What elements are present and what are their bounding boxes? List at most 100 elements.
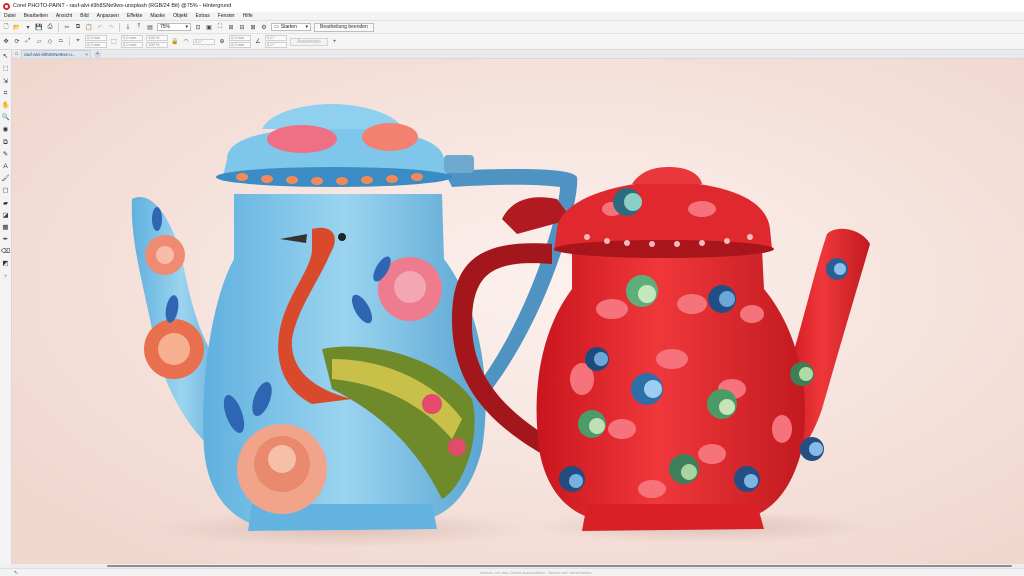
scale-icon[interactable]: ⤢ (24, 38, 32, 46)
position-y-field[interactable]: 0,0 mm (85, 42, 107, 48)
scale-fields: 100 % 100 % (146, 35, 168, 48)
skew-h-field[interactable]: 0,0 ° (265, 35, 287, 41)
menu-effekte[interactable]: Effekte (127, 13, 142, 19)
position-icon: ⌖ (76, 38, 80, 44)
new-tab-icon[interactable]: + (94, 50, 101, 58)
transparency-tool-icon[interactable]: ▦ (1, 224, 10, 233)
size-h-field[interactable]: 0,0 mm (121, 42, 143, 48)
save-icon[interactable]: 💾 (35, 23, 43, 31)
show-rulers-icon[interactable]: ⊞ (227, 23, 235, 31)
add-icon[interactable]: + (331, 38, 339, 46)
perspective-icon[interactable]: ⏢ (57, 38, 65, 46)
center-y-field[interactable]: 0,0 mm (229, 42, 251, 48)
pick-tool-icon[interactable]: ↖ (1, 53, 10, 62)
paste-icon[interactable]: 📋 (85, 23, 93, 31)
paint-brush-icon[interactable]: 🖌 (1, 175, 10, 184)
menu-bild[interactable]: Bild (80, 13, 88, 19)
red-eye-tool-icon[interactable]: ◉ (1, 126, 10, 135)
menu-extras[interactable]: Extras (196, 13, 210, 19)
snap-icon[interactable]: ⊠ (249, 23, 257, 31)
cut-icon[interactable]: ✂ (63, 23, 71, 31)
color-swatch-icon[interactable]: ◩ (1, 260, 10, 269)
zoom-level-combo[interactable]: 75% ▾ (157, 23, 191, 31)
menu-fenster[interactable]: Fenster (218, 13, 235, 19)
clone-tool-icon[interactable]: ⧉ (1, 138, 10, 147)
size-fields: 0,0 mm 0,0 mm (121, 35, 143, 48)
status-hint: Klicken, um das Objekt auszuwählen, Zieh… (480, 570, 592, 575)
new-document-icon[interactable]: 🗋 (2, 23, 10, 31)
window-title: Corel PHOTO-PAINT - rauf-alvi-ii9h8SNe9w… (13, 3, 232, 9)
title-bar: Corel PHOTO-PAINT - rauf-alvi-ii9h8SNe9w… (0, 0, 1024, 12)
actual-size-icon[interactable]: ▣ (205, 23, 213, 31)
size-w-field[interactable]: 0,0 mm (121, 35, 143, 41)
tab-document[interactable]: rauf-alvi-ii9h8SNe9ws-u... × (21, 50, 91, 58)
position-x-field[interactable]: 0,0 mm (85, 35, 107, 41)
move-icon[interactable]: ✥ (2, 38, 10, 46)
scale-w-field[interactable]: 100 % (146, 35, 168, 41)
full-screen-preview-icon[interactable]: ⛶ (216, 23, 224, 31)
rectangle-mask-icon[interactable]: ⬚ (1, 65, 10, 74)
skew-v-field[interactable]: 0,0 ° (265, 42, 287, 48)
show-grid-icon[interactable]: ⊟ (238, 23, 246, 31)
close-icon[interactable]: × (85, 52, 88, 57)
import-icon[interactable]: ⤓ (124, 23, 132, 31)
distort-icon[interactable]: ◇ (46, 38, 54, 46)
skew-icon[interactable]: ▱ (35, 38, 43, 46)
menu-bearbeiten[interactable]: Bearbeiten (24, 13, 48, 19)
teapot-photo (12, 59, 1024, 564)
standard-toolbar: 🗋 📂 ▾ 💾 ⎙ ✂ ⧉ 📋 ↶ ↷ ⤓ ⤒ ▤ 75% ▾ ⊡ ▣ ⛶ ⊞ … (0, 21, 1024, 34)
menu-datei[interactable]: Datei (4, 13, 16, 19)
document-tab-bar: ⌂ rauf-alvi-ii9h8SNe9ws-u... × + (12, 50, 1024, 59)
gear-icon[interactable]: ⚙ (260, 23, 268, 31)
center-fields: 0,0 mm 0,0 mm (229, 35, 251, 48)
open-folder-icon[interactable]: 📂 (13, 23, 21, 31)
image-canvas[interactable] (12, 59, 1024, 564)
menu-objekt[interactable]: Objekt (173, 13, 187, 19)
corel-photopaint-icon (3, 2, 10, 10)
scale-h-field[interactable]: 100 % (146, 42, 168, 48)
fit-to-window-icon[interactable]: ⊡ (194, 23, 202, 31)
lock-ratio-icon[interactable]: 🔒 (171, 38, 179, 46)
mask-transform-icon[interactable]: ⇲ (1, 77, 10, 86)
touch-up-brush-icon[interactable]: ✎ (1, 151, 10, 160)
chevron-down-icon: ▾ (305, 24, 308, 30)
tab-document-label: rauf-alvi-ii9h8SNe9ws-u... (24, 52, 76, 57)
menu-anpassen[interactable]: Anpassen (97, 13, 119, 19)
menu-maske[interactable]: Maske (150, 13, 165, 19)
rotation-icon: ◠ (183, 39, 189, 45)
publish-pdf-icon[interactable]: ▤ (146, 23, 154, 31)
center-icon: ⊕ (219, 39, 225, 45)
rotate-icon[interactable]: ⟳ (13, 38, 21, 46)
toolbar-separator (58, 22, 59, 32)
text-tool-icon[interactable]: A (1, 163, 10, 172)
skew-fields: 0,0 ° 0,0 ° (265, 35, 287, 48)
end-editing-button[interactable]: Bearbeitung beenden (314, 22, 374, 32)
rotation-angle-field[interactable]: 0,0 ° (193, 38, 215, 45)
fill-tool-icon[interactable]: ▰ (1, 199, 10, 208)
rectangle-tool-icon[interactable]: ▢ (1, 187, 10, 196)
menu-bar: Datei Bearbeiten Ansicht Bild Anpassen Effekt… (0, 12, 1024, 21)
dropdown-arrow-icon[interactable]: ▾ (24, 23, 32, 31)
undo-icon[interactable]: ↶ (96, 23, 104, 31)
export-icon[interactable]: ⤒ (135, 23, 143, 31)
toolbar-separator (69, 37, 70, 46)
home-icon[interactable]: ⌂ (12, 50, 21, 59)
scrollbar-thumb[interactable] (107, 565, 1012, 567)
zoom-level-value: 75% (160, 24, 171, 30)
menu-hilfe[interactable]: Hilfe (243, 13, 253, 19)
redo-icon[interactable]: ↷ (107, 23, 115, 31)
skew-angle-icon: ∠ (255, 39, 261, 45)
crop-tool-icon[interactable]: ⌗ (1, 90, 10, 99)
zoom-tool-icon[interactable]: 🔍 (1, 114, 10, 123)
menu-ansicht[interactable]: Ansicht (56, 13, 72, 19)
pan-tool-icon[interactable]: ✋ (1, 102, 10, 111)
print-icon[interactable]: ⎙ (46, 23, 54, 31)
eyedropper-icon[interactable]: ✒ (1, 236, 10, 245)
eraser-icon[interactable]: ⌫ (1, 248, 10, 257)
launch-combo[interactable]: ▭ Starten ▾ (271, 23, 311, 31)
apply-button[interactable]: Anwenden (290, 37, 328, 46)
center-x-field[interactable]: 0,0 mm (229, 35, 251, 41)
copy-icon[interactable]: ⧉ (74, 23, 82, 31)
shadow-tool-icon[interactable]: ◪ (1, 211, 10, 220)
add-tool-icon[interactable]: + (1, 272, 10, 281)
